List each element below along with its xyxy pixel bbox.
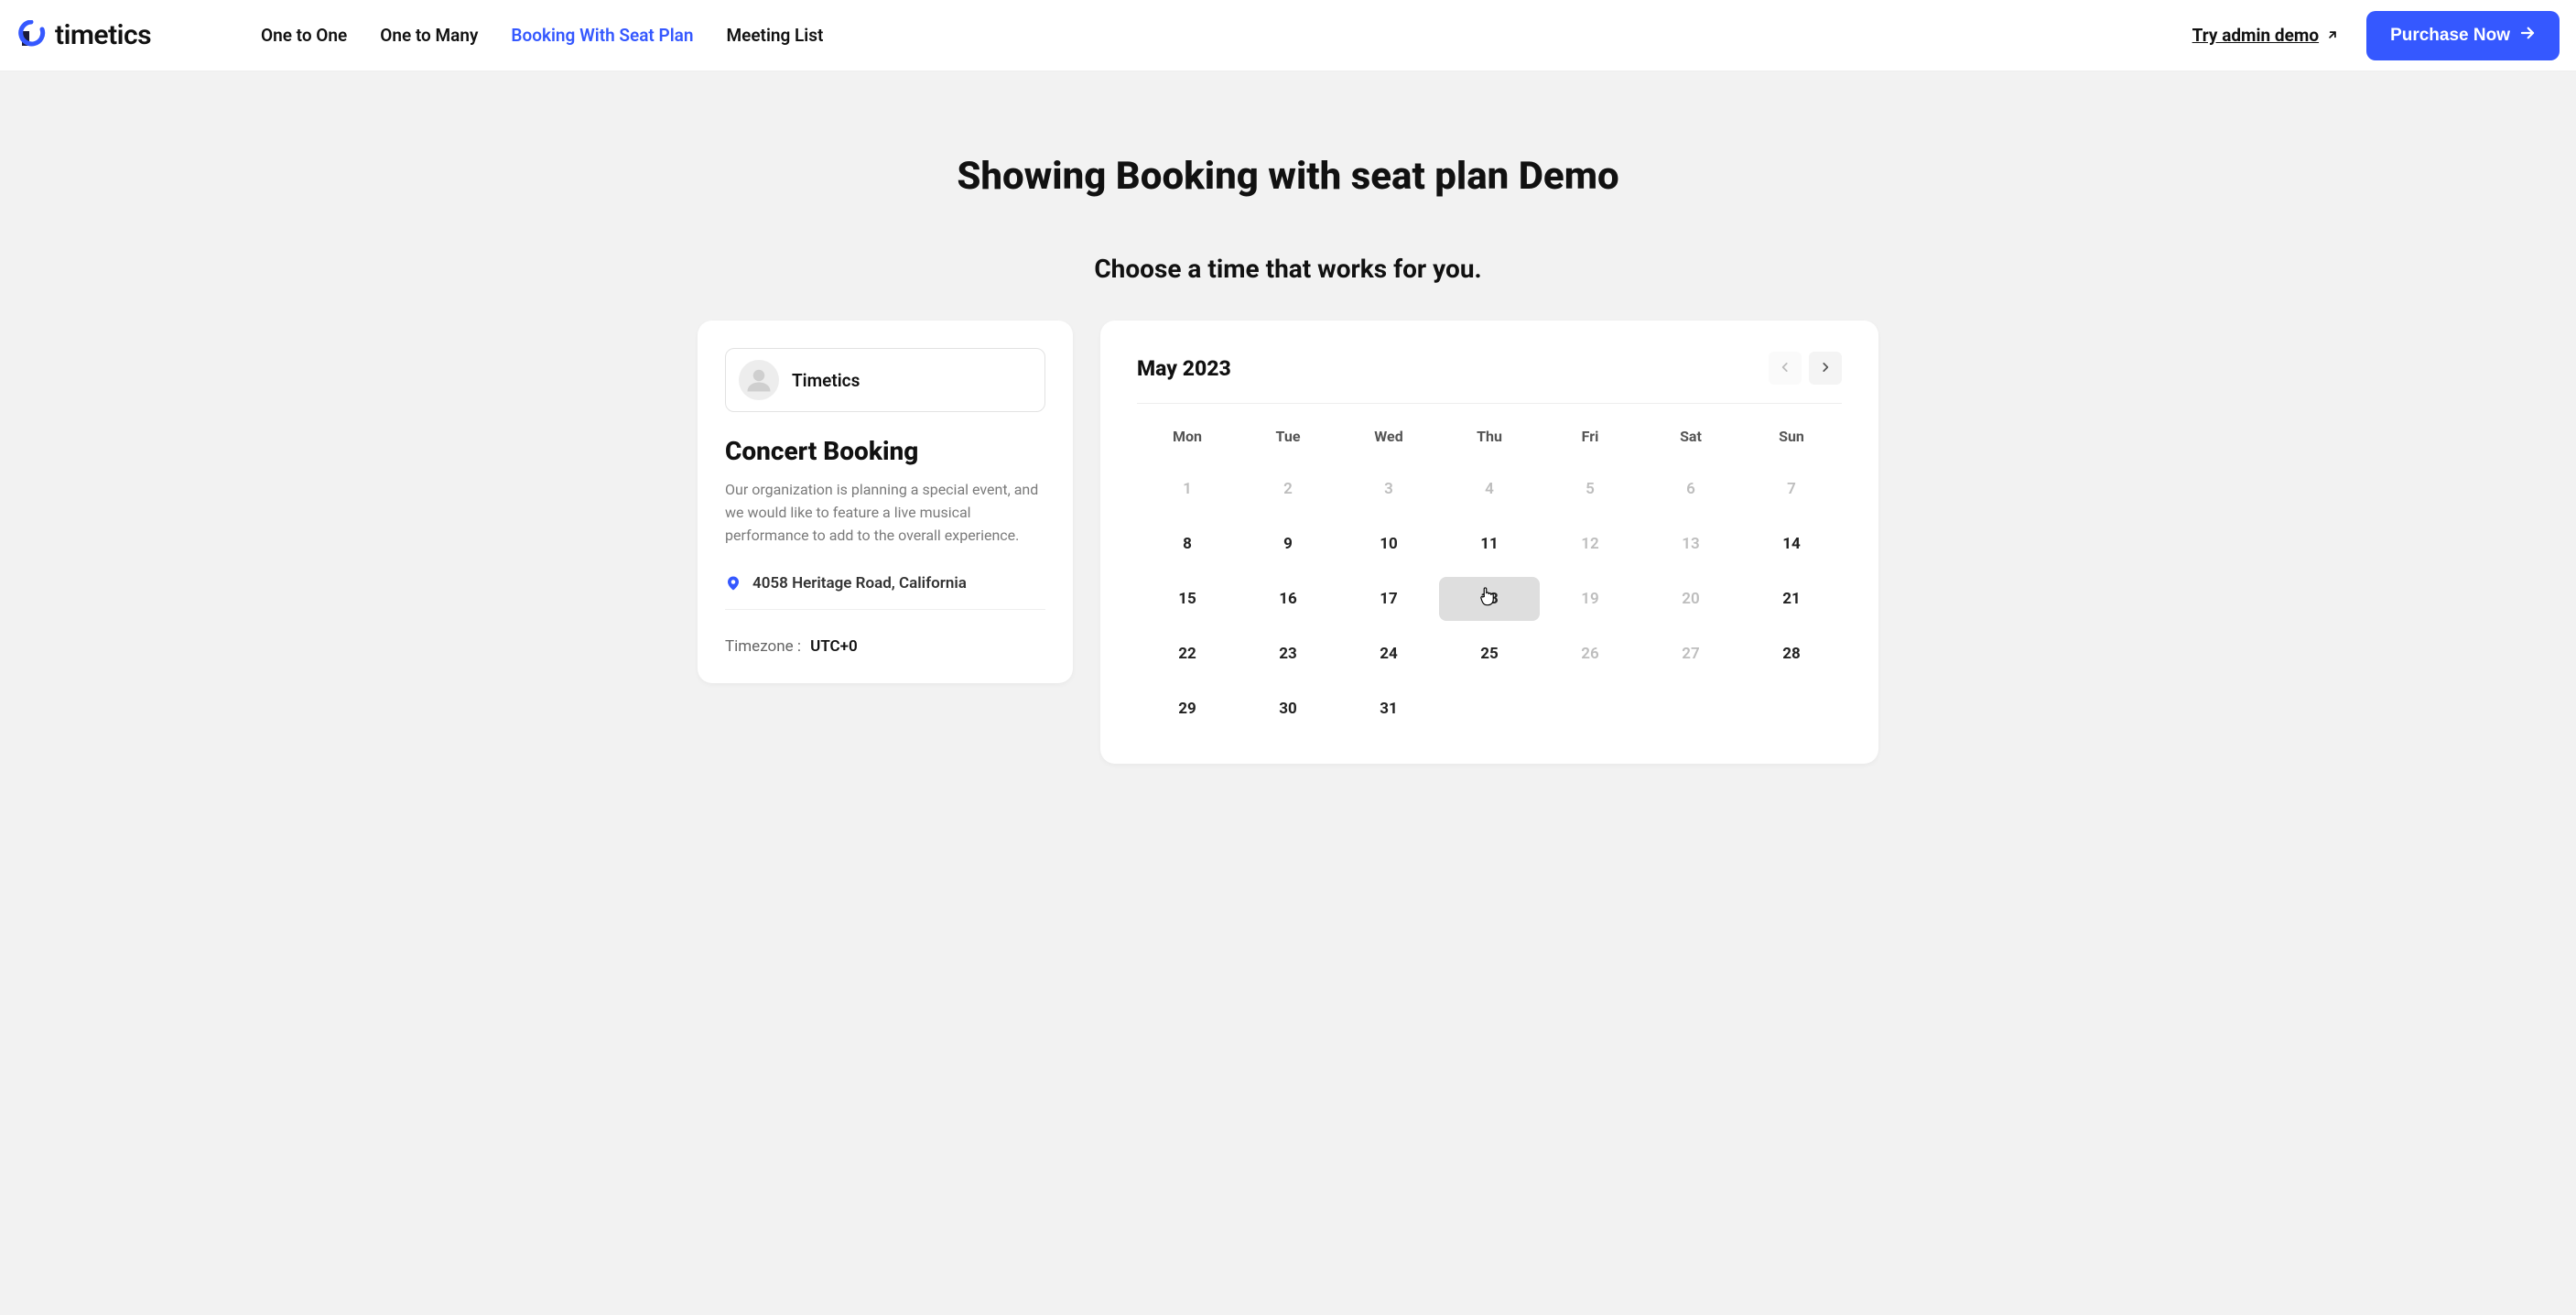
calendar-day[interactable]: 28 bbox=[1741, 632, 1842, 676]
purchase-button[interactable]: Purchase Now bbox=[2366, 11, 2560, 60]
calendar-day[interactable]: 24 bbox=[1338, 632, 1439, 676]
calendar-day[interactable]: 31 bbox=[1338, 687, 1439, 731]
purchase-label: Purchase Now bbox=[2390, 26, 2510, 46]
calendar-card: May 2023 MonTueWedThuFriSat bbox=[1100, 321, 1878, 764]
pointer-cursor-icon bbox=[1478, 586, 1497, 613]
calendar-day: 5 bbox=[1540, 467, 1640, 511]
calendar-day[interactable]: 30 bbox=[1238, 687, 1338, 731]
chevron-right-icon bbox=[1819, 361, 1832, 376]
try-admin-demo-link[interactable]: Try admin demo bbox=[2192, 25, 2339, 46]
calendar-day[interactable]: 11 bbox=[1439, 522, 1540, 566]
calendar-dow: Sun bbox=[1741, 420, 1842, 456]
calendar-day: 20 bbox=[1640, 577, 1741, 621]
page-subtitle: Choose a time that works for you. bbox=[0, 254, 2576, 284]
calendar-day[interactable]: 8 bbox=[1137, 522, 1238, 566]
logo-icon bbox=[16, 20, 48, 51]
avatar bbox=[739, 360, 779, 400]
calendar-day: 13 bbox=[1640, 522, 1741, 566]
timezone-row: Timezone : UTC+0 bbox=[725, 637, 1045, 656]
calendar-header: May 2023 bbox=[1137, 352, 1842, 404]
host-name: Timetics bbox=[792, 370, 860, 391]
content-row: Timetics Concert Booking Our organizatio… bbox=[0, 321, 2576, 764]
calendar-day: 4 bbox=[1439, 467, 1540, 511]
page-title: Showing Booking with seat plan Demo bbox=[0, 71, 2576, 254]
arrow-right-icon bbox=[2519, 25, 2536, 47]
header-right: Try admin demo Purchase Now bbox=[2192, 11, 2560, 60]
calendar-dow: Mon bbox=[1137, 420, 1238, 456]
calendar-day[interactable]: 18 bbox=[1439, 577, 1540, 621]
event-title: Concert Booking bbox=[725, 436, 1045, 466]
location-text: 4058 Heritage Road, California bbox=[752, 574, 967, 592]
calendar-day: 2 bbox=[1238, 467, 1338, 511]
event-card: Timetics Concert Booking Our organizatio… bbox=[698, 321, 1073, 683]
calendar-day[interactable]: 17 bbox=[1338, 577, 1439, 621]
external-link-icon bbox=[2324, 25, 2339, 46]
timezone-value: UTC+0 bbox=[810, 637, 858, 656]
nav-meeting-list[interactable]: Meeting List bbox=[726, 25, 823, 46]
calendar-day: 26 bbox=[1540, 632, 1640, 676]
nav-one-to-one[interactable]: One to One bbox=[261, 25, 347, 46]
calendar-day[interactable]: 23 bbox=[1238, 632, 1338, 676]
event-description: Our organization is planning a special e… bbox=[725, 479, 1045, 547]
nav-one-to-many[interactable]: One to Many bbox=[380, 25, 478, 46]
location-row: 4058 Heritage Road, California bbox=[725, 574, 1045, 610]
calendar-day: 7 bbox=[1741, 467, 1842, 511]
calendar-dow: Tue bbox=[1238, 420, 1338, 456]
calendar-day: 6 bbox=[1640, 467, 1741, 511]
calendar-day[interactable]: 21 bbox=[1741, 577, 1842, 621]
calendar-day[interactable]: 15 bbox=[1137, 577, 1238, 621]
calendar-day: 27 bbox=[1640, 632, 1741, 676]
calendar-dow: Fri bbox=[1540, 420, 1640, 456]
main-nav: One to One One to Many Booking With Seat… bbox=[261, 25, 823, 46]
header: timetics One to One One to Many Booking … bbox=[0, 0, 2576, 71]
calendar-dow: Wed bbox=[1338, 420, 1439, 456]
calendar-nav bbox=[1769, 352, 1842, 385]
main: Showing Booking with seat plan Demo Choo… bbox=[0, 71, 2576, 800]
timezone-label: Timezone : bbox=[725, 637, 801, 656]
nav-booking-seat-plan[interactable]: Booking With Seat Plan bbox=[511, 25, 693, 46]
calendar-day: 19 bbox=[1540, 577, 1640, 621]
calendar-day[interactable]: 9 bbox=[1238, 522, 1338, 566]
calendar-day[interactable]: 22 bbox=[1137, 632, 1238, 676]
calendar-day[interactable]: 29 bbox=[1137, 687, 1238, 731]
try-demo-label: Try admin demo bbox=[2192, 25, 2319, 46]
calendar-dow: Thu bbox=[1439, 420, 1540, 456]
logo-text: timetics bbox=[55, 19, 151, 51]
calendar-day: 12 bbox=[1540, 522, 1640, 566]
calendar-month-label: May 2023 bbox=[1137, 356, 1231, 381]
calendar-grid: MonTueWedThuFriSatSun1234567891011121314… bbox=[1137, 420, 1842, 731]
logo[interactable]: timetics bbox=[16, 19, 151, 51]
calendar-day: 1 bbox=[1137, 467, 1238, 511]
calendar-day[interactable]: 16 bbox=[1238, 577, 1338, 621]
calendar-day[interactable]: 25 bbox=[1439, 632, 1540, 676]
host-box: Timetics bbox=[725, 348, 1045, 412]
calendar-day: 3 bbox=[1338, 467, 1439, 511]
chevron-left-icon bbox=[1779, 361, 1791, 376]
location-pin-icon bbox=[725, 575, 741, 592]
calendar-day[interactable]: 10 bbox=[1338, 522, 1439, 566]
calendar-next-button[interactable] bbox=[1809, 352, 1842, 385]
calendar-prev-button[interactable] bbox=[1769, 352, 1802, 385]
calendar-dow: Sat bbox=[1640, 420, 1741, 456]
calendar-day[interactable]: 14 bbox=[1741, 522, 1842, 566]
